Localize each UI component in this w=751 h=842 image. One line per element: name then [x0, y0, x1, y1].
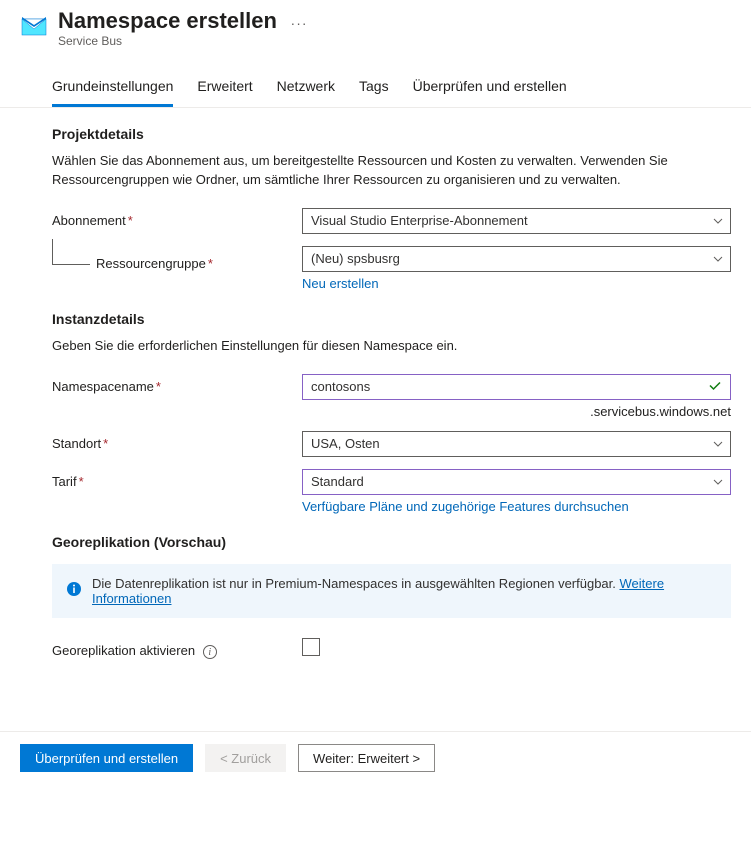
create-new-link[interactable]: Neu erstellen	[302, 276, 379, 291]
tab-network[interactable]: Netzwerk	[277, 70, 335, 107]
namespacename-label: Namespacename*	[52, 374, 302, 394]
tier-label: Tarif*	[52, 469, 302, 489]
info-tooltip-icon[interactable]: i	[203, 645, 217, 659]
form-content: Projektdetails Wählen Sie das Abonnement…	[0, 108, 751, 691]
review-create-button[interactable]: Überprüfen und erstellen	[20, 744, 193, 772]
subscription-label: Abonnement*	[52, 208, 302, 228]
chevron-down-icon	[712, 215, 724, 227]
tab-basics[interactable]: Grundeinstellungen	[52, 70, 173, 107]
tab-bar: Grundeinstellungen Erweitert Netzwerk Ta…	[0, 70, 751, 108]
browse-plans-link[interactable]: Verfügbare Pläne und zugehörige Features…	[302, 499, 629, 514]
tab-advanced[interactable]: Erweitert	[197, 70, 252, 107]
back-button: < Zurück	[205, 744, 286, 772]
indent-connector	[52, 239, 90, 265]
page-subtitle: Service Bus	[58, 34, 308, 48]
instance-section-desc: Geben Sie die erforderlichen Einstellung…	[52, 337, 672, 356]
resourcegroup-label: Ressourcengruppe*	[96, 251, 213, 273]
footer-actions: Überprüfen und erstellen < Zurück Weiter…	[0, 731, 751, 784]
next-button[interactable]: Weiter: Erweitert >	[298, 744, 435, 772]
more-menu[interactable]: ···	[291, 15, 308, 31]
chevron-down-icon	[712, 438, 724, 450]
instance-section-title: Instanzdetails	[52, 311, 731, 327]
info-banner: Die Datenreplikation ist nur in Premium-…	[52, 564, 731, 618]
enable-georeplication-label: Georeplikation aktivieren i	[52, 638, 302, 660]
namespace-suffix: .servicebus.windows.net	[302, 404, 731, 419]
page-header: Namespace erstellen ··· Service Bus	[0, 0, 751, 60]
info-banner-text: Die Datenreplikation ist nur in Premium-…	[92, 576, 620, 591]
tier-select[interactable]: Standard	[302, 469, 731, 495]
location-select[interactable]: USA, Osten	[302, 431, 731, 457]
subscription-select[interactable]: Visual Studio Enterprise-Abonnement	[302, 208, 731, 234]
location-label: Standort*	[52, 431, 302, 451]
tab-tags[interactable]: Tags	[359, 70, 389, 107]
project-section-title: Projektdetails	[52, 126, 731, 142]
enable-georeplication-checkbox[interactable]	[302, 638, 320, 656]
validation-check-icon	[708, 378, 722, 395]
tab-review[interactable]: Überprüfen und erstellen	[413, 70, 567, 107]
info-icon	[66, 581, 82, 600]
service-bus-icon	[20, 12, 48, 40]
namespacename-input[interactable]: contosons	[302, 374, 731, 400]
georeplication-section-title: Georeplikation (Vorschau)	[52, 534, 731, 550]
page-title: Namespace erstellen	[58, 8, 277, 34]
chevron-down-icon	[712, 476, 724, 488]
chevron-down-icon	[712, 253, 724, 265]
resourcegroup-select[interactable]: (Neu) spsbusrg	[302, 246, 731, 272]
project-section-desc: Wählen Sie das Abonnement aus, um bereit…	[52, 152, 672, 190]
